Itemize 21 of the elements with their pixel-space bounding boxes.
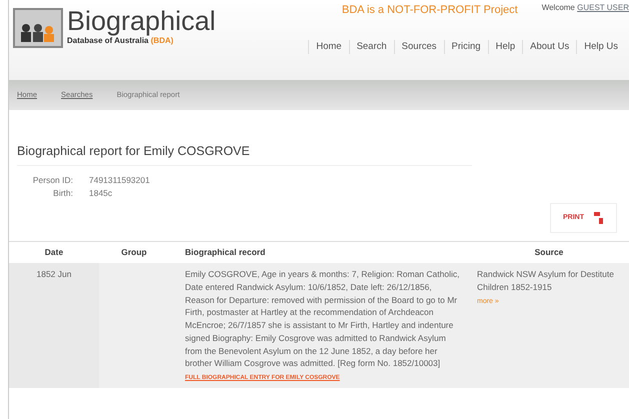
nav-link[interactable]: Pricing (444, 40, 488, 54)
record-text: Emily COSGROVE, Age in years & months: 7, Religion: Roman Catholic, Date entered Randwick Asylum: 10/6/1852, Date left: 26/12/1856, Reason for Departure: removed with permission of the Board to go to Mr Firth, postmaster at Hartley at the recommendation of Archdeacon McEncroe; 26/7/1857 she is assistant to Mr Firth, Hartley and indenture signed Biography: Emily Cosgrove was admitted to Randwick Asylum from the Benevolent Asylum on the 12 June 1852, a day before her brother William Cosgrove was admitted. [Reg form No. 1852/10003] (185, 268, 460, 370)
date-cell: 1852 Jun (9, 263, 99, 388)
page-title: Biographical report for Emily COSGROVE (17, 134, 472, 166)
tagline: BDA is a NOT-FOR-PROFIT Project (342, 3, 518, 18)
source-text: Randwick NSW Asylum for Destitute Children 1852-1915 (477, 268, 615, 294)
detail-value: 7491311593201 (89, 174, 150, 186)
logo-subtitle: Database of Australia (BDA) (67, 36, 174, 47)
welcome-text: Welcome (542, 3, 575, 12)
user-link[interactable]: GUEST USER (577, 3, 629, 12)
nav-link[interactable]: Help (488, 40, 522, 54)
nav-link[interactable]: About Us (522, 40, 576, 54)
nav-link[interactable]: Help Us (576, 40, 625, 54)
nav-link[interactable]: Sources (394, 40, 444, 54)
nav-link[interactable]: Home (308, 40, 349, 54)
nav-link[interactable]: Search (348, 40, 394, 54)
detail-label: Birth: (52, 186, 73, 200)
detail-value: 1845c (89, 186, 112, 200)
detail-label: Person ID: (32, 174, 73, 186)
logo-icon (13, 8, 63, 48)
logo-title: Biographical (67, 8, 216, 35)
